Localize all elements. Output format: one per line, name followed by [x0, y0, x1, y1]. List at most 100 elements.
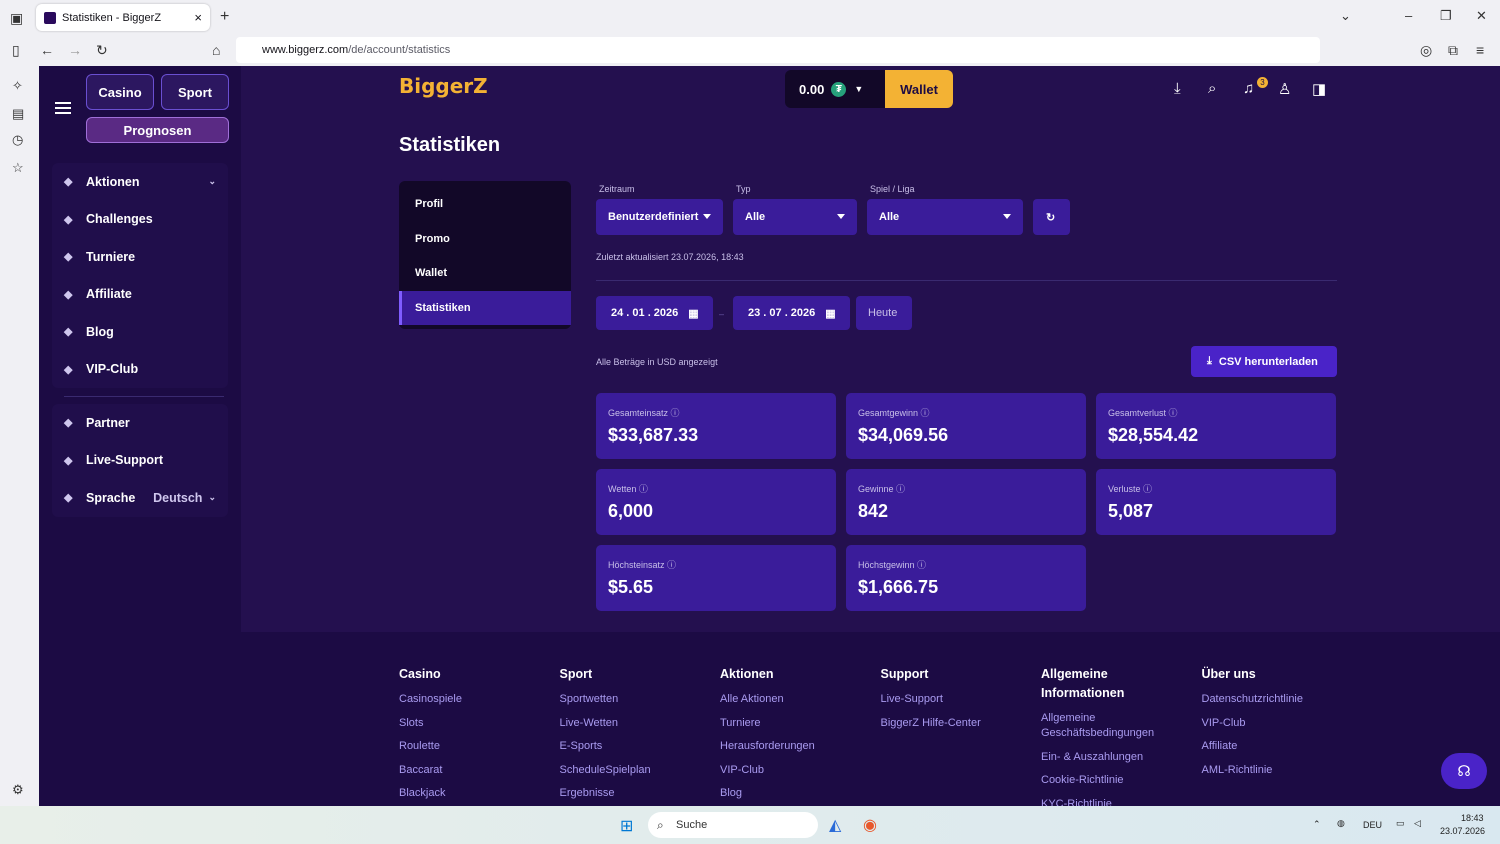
ai-icon[interactable]: ✧	[12, 78, 23, 94]
footer-link[interactable]: Baccarat	[399, 763, 549, 778]
clock-time[interactable]: 18:43	[1461, 813, 1484, 823]
info-icon[interactable]: ⓘ	[1141, 484, 1152, 494]
footer-link[interactable]: KYC-Richtlinie	[1041, 797, 1166, 807]
date-to-input[interactable]: 23 . 07 . 2026 ▦	[733, 296, 850, 330]
sidebar-item-partner[interactable]: ◆ Partner	[52, 404, 228, 442]
footer-link[interactable]: Herausforderungen	[720, 739, 870, 754]
subnav-item-profil[interactable]: Profil	[399, 187, 571, 222]
subnav-item-promo[interactable]: Promo	[399, 222, 571, 257]
settings-icon[interactable]: ⚙	[12, 782, 24, 798]
user-icon[interactable]: ♙	[1278, 80, 1291, 98]
sidebar-item-challenges[interactable]: ◆ Challenges	[52, 201, 228, 239]
taskbar-search[interactable]: ⌕ Suche	[648, 812, 818, 838]
footer-link[interactable]: Turniere	[720, 716, 870, 731]
info-icon[interactable]: ⓘ	[1166, 408, 1178, 418]
new-tab-icon[interactable]: +	[220, 8, 229, 26]
search-icon[interactable]: ⌕	[1208, 80, 1216, 97]
wallet-button[interactable]: Wallet	[885, 70, 953, 108]
zeitraum-select[interactable]: Benutzerdefiniert	[596, 199, 723, 235]
footer-link[interactable]: Live-Wetten	[560, 716, 710, 731]
home-icon[interactable]: ⌂	[212, 42, 220, 58]
bookmarks-icon[interactable]: ☆	[12, 160, 24, 176]
clock-date[interactable]: 23.07.2026	[1440, 826, 1485, 836]
footer-link[interactable]: ScheduleSpielplan	[560, 763, 710, 778]
extensions-icon[interactable]: ⧉	[1448, 42, 1458, 59]
footer-link[interactable]: Ein- & Auszahlungen	[1041, 750, 1166, 765]
footer-link[interactable]: E-Sports	[560, 739, 710, 754]
typ-select[interactable]: Alle	[733, 199, 857, 235]
chevron-down-icon[interactable]: ⌄	[1340, 8, 1351, 24]
spiel-liga-select[interactable]: Alle	[867, 199, 1023, 235]
sidebar-toggle-icon[interactable]: ▯	[12, 42, 20, 59]
sidebar-item-vip-club[interactable]: ◆ VIP-Club	[52, 351, 228, 389]
forward-icon[interactable]: →	[68, 42, 82, 58]
footer-link[interactable]: BiggerZ Hilfe-Center	[881, 716, 1031, 731]
info-icon[interactable]: ⓘ	[665, 560, 676, 570]
panel-toggle-icon[interactable]: ◨	[1312, 80, 1326, 98]
synced-tabs-icon[interactable]: ▤	[12, 106, 24, 122]
windows-start-icon[interactable]: ⊞	[620, 816, 633, 836]
close-window-icon[interactable]: ✕	[1476, 8, 1487, 24]
footer-link[interactable]: Live-Support	[881, 692, 1031, 707]
minimize-icon[interactable]: –	[1405, 8, 1412, 23]
menu-icon[interactable]: ≡	[1476, 42, 1484, 58]
firefox-icon[interactable]: ◉	[863, 815, 877, 835]
browser-tab[interactable]: Statistiken - BiggerZ ×	[36, 4, 210, 31]
download-icon[interactable]: ⤓	[1174, 80, 1181, 97]
reload-icon[interactable]: ↻	[96, 42, 108, 59]
url-bar[interactable]: www.biggerz.com/de/account/statistics	[236, 37, 1320, 63]
bell-icon[interactable]: ♫	[1243, 80, 1254, 97]
sidebar-item-turniere[interactable]: ◆ Turniere	[52, 238, 228, 276]
info-icon[interactable]: ⓘ	[894, 484, 905, 494]
back-icon[interactable]: ←	[40, 42, 54, 58]
language-indicator[interactable]: DEU	[1363, 820, 1382, 830]
info-icon[interactable]: ⓘ	[915, 560, 926, 570]
footer-link[interactable]: Allgemeine Geschäftsbedingungen	[1041, 711, 1166, 741]
sidebar-item-sprache[interactable]: ◆ Sprache Deutsch ⌄	[52, 479, 228, 517]
footer-link[interactable]: Blog	[720, 786, 870, 801]
balance-selector[interactable]: 0.00 ₮ ▼	[785, 70, 885, 108]
footer-link[interactable]: Cookie-Richtlinie	[1041, 773, 1166, 788]
footer-link[interactable]: VIP-Club	[1202, 716, 1352, 731]
footer-link[interactable]: AML-Richtlinie	[1202, 763, 1352, 778]
sidebar-item-live-support[interactable]: ◆ Live-Support	[52, 442, 228, 480]
hamburger-icon[interactable]	[55, 102, 71, 114]
close-tab-icon[interactable]: ×	[194, 10, 202, 25]
casino-button[interactable]: Casino	[86, 74, 154, 110]
sport-button[interactable]: Sport	[161, 74, 229, 110]
account-icon[interactable]: ◎	[1420, 42, 1432, 59]
network-icon[interactable]: ◍	[1337, 818, 1345, 829]
date-from-input[interactable]: 24 . 01 . 2026 ▦	[596, 296, 713, 330]
footer-link[interactable]: Roulette	[399, 739, 549, 754]
footer-link[interactable]: Ergebnisse	[560, 786, 710, 801]
subnav-item-statistiken[interactable]: Statistiken	[399, 290, 571, 325]
footer-link[interactable]: Affiliate	[1202, 739, 1352, 754]
footer-link[interactable]: Casinospiele	[399, 692, 549, 707]
csv-download-button[interactable]: ⤓ CSV herunterladen	[1191, 346, 1337, 377]
footer-link[interactable]: Datenschutzrichtlinie	[1202, 692, 1352, 707]
app-icon[interactable]: ◭	[829, 815, 841, 835]
footer-link[interactable]: Sportwetten	[560, 692, 710, 707]
info-icon[interactable]: ⓘ	[668, 408, 680, 418]
refresh-button[interactable]: ↻	[1033, 199, 1070, 235]
footer-link[interactable]: Alle Aktionen	[720, 692, 870, 707]
footer-link[interactable]: VIP-Club	[720, 763, 870, 778]
restore-icon[interactable]: ❐	[1440, 8, 1452, 24]
info-icon[interactable]: ⓘ	[918, 408, 930, 418]
display-icon[interactable]: ▭	[1396, 818, 1405, 829]
sidebar-item-aktionen[interactable]: ◆ Aktionen ⌄	[52, 163, 228, 201]
biggerz-logo[interactable]: BiggerZ	[399, 74, 488, 98]
footer-link[interactable]: Slots	[399, 716, 549, 731]
prognosen-button[interactable]: Prognosen	[86, 117, 229, 143]
sidebar-item-blog[interactable]: ◆ Blog	[52, 313, 228, 351]
volume-icon[interactable]: ◁	[1414, 818, 1421, 829]
tab-list-icon[interactable]: ▣	[10, 10, 23, 27]
sidebar-item-affiliate[interactable]: ◆ Affiliate	[52, 276, 228, 314]
subnav-item-wallet[interactable]: Wallet	[399, 256, 571, 291]
chat-support-button[interactable]: ☊	[1441, 753, 1487, 789]
tray-chevron-icon[interactable]: ⌃	[1313, 819, 1321, 830]
footer-link[interactable]: Blackjack	[399, 786, 549, 801]
history-icon[interactable]: ◷	[12, 132, 23, 148]
today-button[interactable]: Heute	[856, 296, 912, 330]
info-icon[interactable]: ⓘ	[636, 484, 648, 494]
